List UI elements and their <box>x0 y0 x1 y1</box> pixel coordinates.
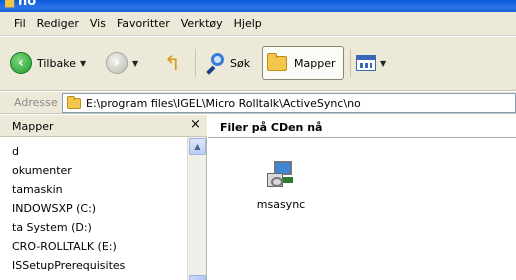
tree-item[interactable]: okumenter <box>0 161 186 180</box>
content-header-divider <box>208 137 516 138</box>
back-arrow-icon: ‹ <box>10 52 32 74</box>
menu-favoritter[interactable]: Favoritter <box>117 17 170 30</box>
folder-icon: ■ <box>4 0 16 9</box>
folder-icon <box>67 95 81 109</box>
menu-fil[interactable]: Fil <box>14 17 26 30</box>
folders-icon <box>267 52 287 71</box>
search-button[interactable]: Søk <box>204 48 250 78</box>
tree-item[interactable]: ta System (D:) <box>0 218 186 237</box>
views-dropdown-icon: ▼ <box>380 58 387 68</box>
search-label: Søk <box>230 56 251 70</box>
window-title: no <box>18 0 37 9</box>
file-list-pane: Filer på CDen nå msasync <box>208 115 516 280</box>
folders-pane-header: Mapper × <box>0 115 207 137</box>
views-button[interactable]: ▼ <box>356 48 386 78</box>
scroll-up-icon[interactable]: ▲ <box>189 138 206 155</box>
search-icon <box>204 52 226 75</box>
tree-item[interactable]: d <box>0 142 186 161</box>
folder-tree-scrollbar[interactable]: ▲ <box>187 137 206 280</box>
address-bar: Adresse E:\program files\IGEL\Micro Roll… <box>0 92 516 114</box>
tree-item[interactable]: ISSetupPrerequisites <box>0 256 186 275</box>
back-dropdown-icon[interactable]: ▼ <box>80 59 86 68</box>
back-button[interactable]: ‹ Tilbake ▼ <box>10 48 86 78</box>
file-item[interactable]: msasync <box>246 161 316 211</box>
toolbar-separator <box>195 49 196 77</box>
views-icon <box>356 55 376 71</box>
content-header: Filer på CDen nå <box>220 121 323 134</box>
toolbar: ‹ Tilbake ▼ › ▼ ↰ Søk Mapper ▼ <box>0 37 516 91</box>
tree-item[interactable]: tamaskin <box>0 180 186 199</box>
title-bar: ■ no <box>0 0 516 12</box>
menu-vis[interactable]: Vis <box>90 17 106 30</box>
up-folder-icon: ↰ <box>164 51 181 75</box>
scroll-thumb[interactable] <box>189 275 206 280</box>
file-name: msasync <box>256 198 306 211</box>
installer-icon <box>265 161 297 193</box>
toolbar-separator <box>350 49 351 77</box>
folders-button[interactable]: Mapper <box>262 46 344 80</box>
folders-pane: Mapper × d okumenter tamaskin INDOWSXP (… <box>0 115 207 280</box>
up-folder-button[interactable]: ↰ <box>164 48 181 78</box>
tree-item[interactable]: CRO-ROLLTALK (E:) <box>0 237 186 256</box>
folders-label: Mapper <box>294 56 336 70</box>
back-label: Tilbake <box>37 56 76 70</box>
menu-bar: Fil Rediger Vis Favoritter Verktøy Hjelp <box>0 12 516 36</box>
address-label: Adresse <box>14 96 58 109</box>
forward-button[interactable]: › ▼ <box>106 48 138 78</box>
menu-rediger[interactable]: Rediger <box>37 17 79 30</box>
close-icon[interactable]: × <box>190 117 201 132</box>
tree-item[interactable]: INDOWSXP (C:) <box>0 199 186 218</box>
menu-verktoy[interactable]: Verktøy <box>181 17 223 30</box>
address-field[interactable]: E:\program files\IGEL\Micro Rolltalk\Act… <box>62 93 516 113</box>
forward-arrow-icon: › <box>106 52 128 74</box>
forward-dropdown-icon[interactable]: ▼ <box>132 59 138 68</box>
menu-hjelp[interactable]: Hjelp <box>234 17 262 30</box>
address-path[interactable]: E:\program files\IGEL\Micro Rolltalk\Act… <box>86 97 361 110</box>
folder-tree: d okumenter tamaskin INDOWSXP (C:) ta Sy… <box>0 142 186 275</box>
folders-pane-title: Mapper <box>12 120 54 133</box>
